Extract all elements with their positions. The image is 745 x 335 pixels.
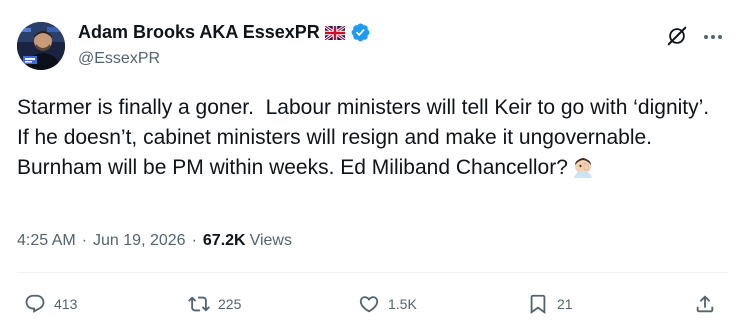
tweet-card: Adam Brooks AKA EssexPR @EssexPR Starmer… <box>0 0 745 335</box>
tweet-date[interactable]: Jun 19, 2026 <box>93 232 186 250</box>
share-button[interactable] <box>694 293 716 315</box>
reply-icon <box>24 293 46 315</box>
avatar-image <box>17 22 65 70</box>
retweet-icon <box>188 293 210 315</box>
heart-icon <box>358 293 380 315</box>
reply-count: 413 <box>54 296 78 312</box>
like-button[interactable]: 1.5K <box>358 293 417 315</box>
grok-icon[interactable] <box>666 25 688 47</box>
reply-button[interactable]: 413 <box>24 293 77 315</box>
views-count: 67.2K <box>202 232 246 249</box>
tweet-meta: 4:25 AM · Jun 19, 2026 · 67.2K Views <box>17 232 292 250</box>
uk-flag-icon <box>323 24 346 41</box>
tweet-text-content: Starmer is finally a goner. Labour minis… <box>17 96 715 179</box>
facepalm-emoji <box>572 156 594 178</box>
author-handle[interactable]: @EssexPR <box>78 50 160 68</box>
separator-dot: · <box>191 232 197 249</box>
bookmark-button[interactable]: 21 <box>527 293 573 315</box>
like-count: 1.5K <box>388 296 417 312</box>
views-label: Views <box>249 232 292 249</box>
separator-dot: · <box>81 232 88 249</box>
retweet-button[interactable]: 225 <box>188 293 241 315</box>
divider <box>17 272 728 273</box>
avatar[interactable] <box>17 22 65 70</box>
tweet-time[interactable]: 4:25 AM <box>17 232 76 250</box>
author-name-row[interactable]: Adam Brooks AKA EssexPR <box>78 22 371 43</box>
bookmark-icon <box>527 293 549 315</box>
more-options-icon[interactable] <box>700 24 726 50</box>
share-icon <box>694 293 716 315</box>
tweet-text: Starmer is finally a goner. Labour minis… <box>17 93 717 183</box>
retweet-count: 225 <box>218 296 242 312</box>
verified-badge-icon[interactable] <box>350 22 371 43</box>
bookmark-count: 21 <box>557 296 573 312</box>
author-display-name[interactable]: Adam Brooks AKA EssexPR <box>78 22 320 43</box>
